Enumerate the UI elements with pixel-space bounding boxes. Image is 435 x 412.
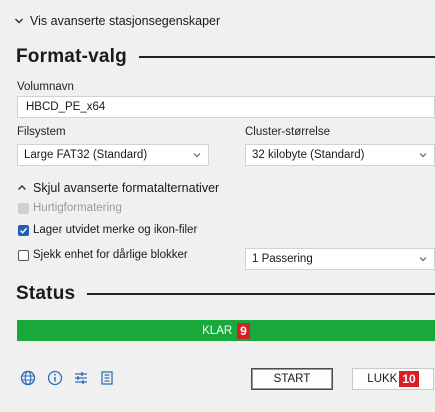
filesystem-value: Large FAT32 (Standard) xyxy=(24,149,148,161)
checkbox-unchecked-icon xyxy=(18,249,29,261)
advanced-format-options-label: Skjul avanserte formatalternativer xyxy=(33,181,220,195)
volume-label-input[interactable]: HBCD_PE_x64 xyxy=(17,96,435,118)
filesystem-label: Filsystem xyxy=(17,126,66,138)
quick-format-checkbox[interactable]: Hurtigformatering xyxy=(18,202,122,214)
chevron-down-icon xyxy=(193,153,201,158)
format-options-header: Format-valg xyxy=(16,46,435,68)
volume-label-caption: Volumnavn xyxy=(17,81,74,93)
extended-label-checkbox[interactable]: Lager utvidet merke og ikon-filer xyxy=(18,224,197,236)
settings-sliders-icon[interactable] xyxy=(73,370,89,386)
cluster-size-select[interactable]: 32 kilobyte (Standard) xyxy=(245,144,435,166)
chevron-down-icon xyxy=(419,153,427,158)
filesystem-select[interactable]: Large FAT32 (Standard) xyxy=(17,144,209,166)
volume-label-value: HBCD_PE_x64 xyxy=(26,101,106,113)
extended-label-label: Lager utvidet merke og ikon-filer xyxy=(33,224,198,236)
cluster-size-label: Cluster-størrelse xyxy=(245,126,330,138)
section-divider xyxy=(87,293,435,295)
section-divider xyxy=(138,56,435,58)
start-button[interactable]: START xyxy=(251,368,333,390)
close-badge: 10 xyxy=(399,371,419,387)
passes-value: 1 Passering xyxy=(252,253,313,265)
cluster-size-value: 32 kilobyte (Standard) xyxy=(252,149,365,161)
bad-blocks-label: Sjekk enhet for dårlige blokker xyxy=(33,249,188,261)
close-button-label: LUKK xyxy=(367,373,398,385)
chevron-down-icon xyxy=(15,18,23,24)
info-icon[interactable] xyxy=(47,370,63,386)
show-advanced-drive-properties-toggle[interactable]: Vis avanserte stasjonsegenskaper xyxy=(14,14,220,28)
status-badge: 9 xyxy=(237,322,250,339)
chevron-down-icon xyxy=(419,257,427,262)
checkbox-disabled-icon xyxy=(18,202,29,214)
advanced-drive-properties-label: Vis avanserte stasjonsegenskaper xyxy=(30,14,221,28)
start-button-label: START xyxy=(273,373,311,385)
chevron-up-icon xyxy=(18,185,26,190)
close-button[interactable]: LUKK 10 xyxy=(352,368,434,390)
quick-format-label: Hurtigformatering xyxy=(33,202,122,214)
status-text-wrap: KLAR 9 xyxy=(17,320,435,341)
bad-blocks-checkbox[interactable]: Sjekk enhet for dårlige blokker xyxy=(18,249,188,261)
log-icon[interactable] xyxy=(99,370,115,386)
globe-icon[interactable] xyxy=(20,370,36,386)
format-options-title: Format-valg xyxy=(16,46,127,67)
status-text: KLAR xyxy=(202,324,233,337)
hide-advanced-format-options-toggle[interactable]: Skjul avanserte formatalternativer xyxy=(17,181,219,195)
status-progress-bar: KLAR 9 xyxy=(17,320,435,341)
status-header: Status xyxy=(16,283,435,305)
status-title: Status xyxy=(16,283,76,304)
passes-select[interactable]: 1 Passering xyxy=(245,248,435,270)
checkmark-icon xyxy=(18,224,29,236)
